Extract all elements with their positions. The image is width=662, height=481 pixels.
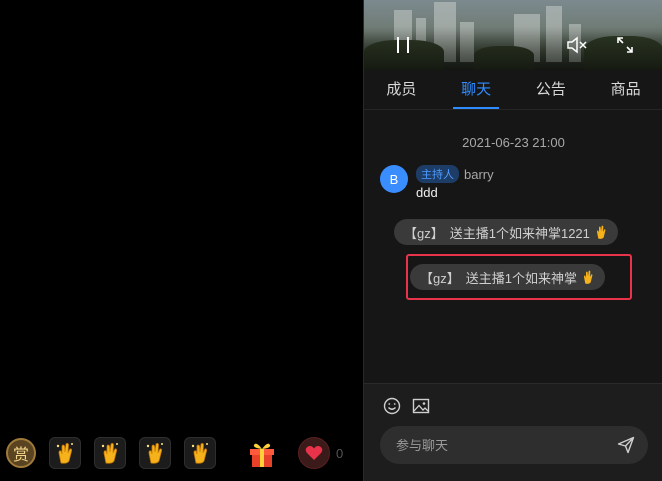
gift-notice: 【gz】 送主播1个如来神掌 [410, 264, 605, 290]
panel-tabs: 成员 聊天 公告 商品 [364, 70, 662, 110]
chat-input[interactable] [380, 426, 648, 464]
palm-gift-icon [56, 442, 73, 464]
side-panel: 成员 聊天 公告 商品 2021-06-23 21:00 B 主持人 barry… [363, 0, 662, 481]
gift-item-palm[interactable] [184, 437, 216, 469]
gift-notice-user: 【gz】 [420, 270, 460, 286]
send-button[interactable] [616, 435, 636, 455]
chat-message-list[interactable]: 2021-06-23 21:00 B 主持人 barry ddd 【gz】 送主… [364, 111, 662, 383]
chat-timestamp: 2021-06-23 21:00 [462, 135, 565, 150]
like-button[interactable] [298, 437, 330, 469]
fullscreen-icon [617, 37, 633, 53]
live-stage: 赏 0 [0, 0, 363, 481]
send-icon [617, 436, 635, 454]
gift-item-palm[interactable] [49, 437, 81, 469]
palm-gift-icon [191, 442, 208, 464]
heart-icon [305, 446, 323, 460]
emoji-icon [383, 397, 401, 415]
gift-notice-text: 送主播1个如来神掌1221 [449, 225, 590, 241]
image-upload-button[interactable] [411, 396, 431, 416]
tab-products[interactable]: 商品 [588, 70, 662, 109]
gift-bar: 赏 0 [6, 436, 343, 470]
tab-announcement[interactable]: 公告 [514, 70, 589, 109]
gift-notice-text: 送主播1个如来神掌 [465, 270, 577, 286]
gift-item-palm[interactable] [94, 437, 126, 469]
gift-item-palm[interactable] [139, 437, 171, 469]
palm-gift-icon [583, 270, 593, 284]
volume-mute-icon [567, 36, 587, 54]
pause-button[interactable] [391, 33, 415, 57]
emoji-button[interactable] [382, 396, 402, 416]
video-preview[interactable] [364, 0, 662, 70]
gift-notice-user: 【gz】 [404, 225, 444, 241]
mute-button[interactable] [565, 33, 589, 57]
host-badge: 主持人 [416, 165, 459, 183]
gift-notice: 【gz】 送主播1个如来神掌1221 [394, 219, 618, 245]
palm-gift-icon [146, 442, 163, 464]
palm-gift-icon [101, 442, 118, 464]
reward-button[interactable]: 赏 [6, 438, 36, 468]
pause-icon [397, 37, 409, 53]
palm-gift-icon [596, 225, 606, 239]
tab-chat[interactable]: 聊天 [439, 70, 514, 109]
avatar[interactable]: B [380, 165, 408, 193]
chat-input-area [364, 383, 662, 481]
chat-username: barry [464, 166, 494, 182]
image-icon [412, 398, 430, 414]
chat-message: B 主持人 barry ddd [380, 165, 494, 200]
chat-message-text: ddd [416, 185, 438, 200]
tab-members[interactable]: 成员 [364, 70, 439, 109]
chat-message-header: 主持人 barry [416, 165, 494, 183]
reward-label: 赏 [12, 445, 29, 464]
gift-box-button[interactable] [246, 437, 278, 469]
like-count: 0 [336, 445, 344, 461]
gift-box-icon [250, 443, 274, 467]
fullscreen-button[interactable] [613, 33, 637, 57]
chat-message-body: 主持人 barry ddd [416, 165, 494, 200]
